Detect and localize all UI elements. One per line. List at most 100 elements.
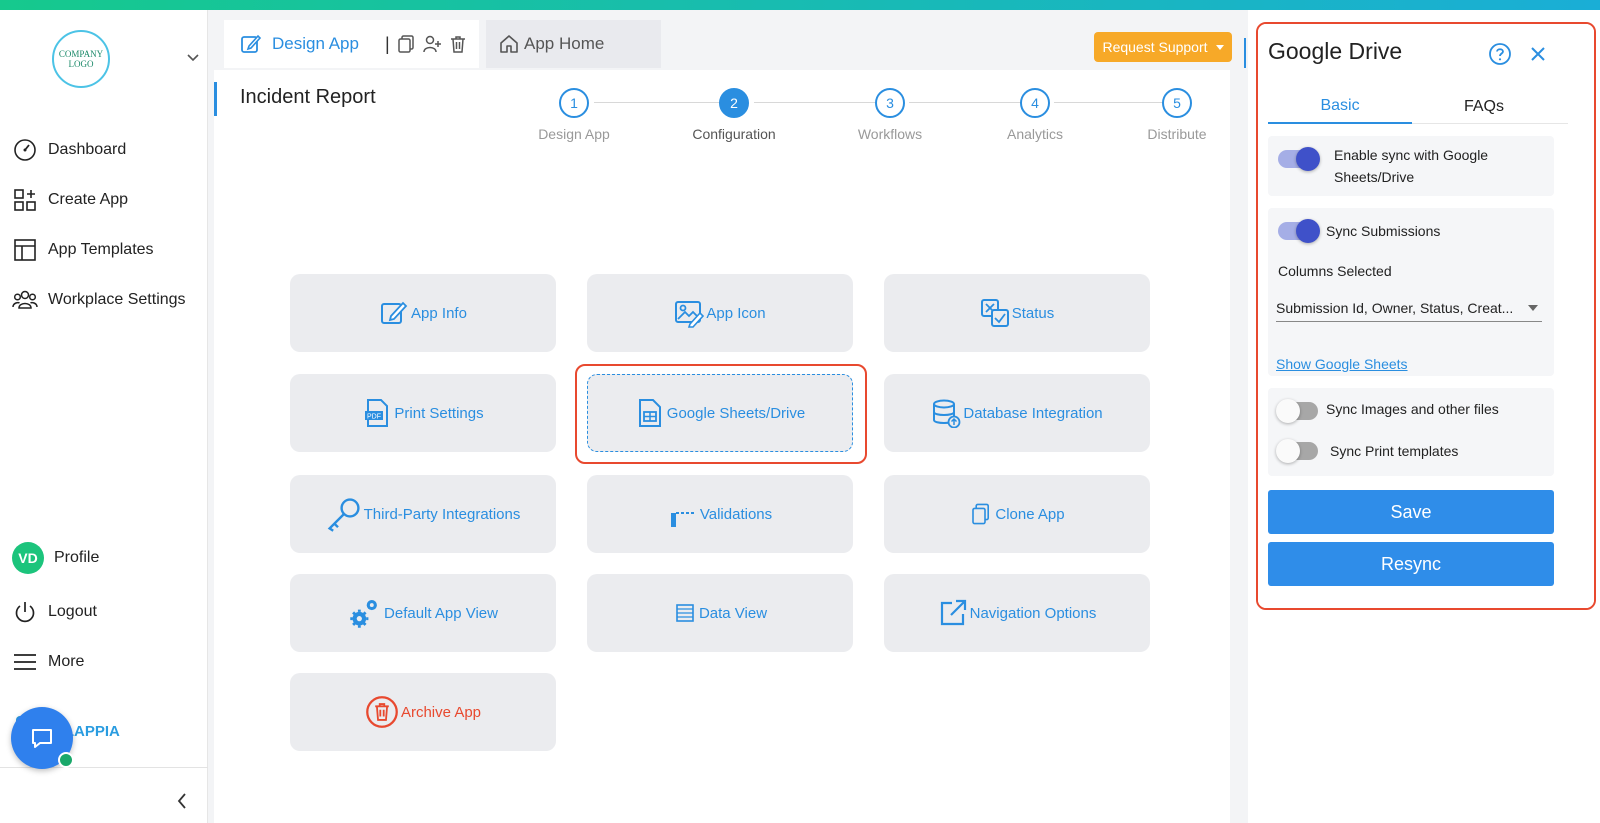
chevron-left-icon[interactable] xyxy=(176,792,188,810)
sidebar-item-app-templates[interactable]: App Templates xyxy=(12,236,154,264)
step-connector xyxy=(594,102,724,103)
sync-submissions-label: Sync Submissions xyxy=(1326,223,1441,239)
tab-faqs[interactable]: FAQs xyxy=(1412,90,1556,124)
step-connector xyxy=(1054,102,1164,103)
image-edit-icon xyxy=(675,301,705,328)
sidebar-item-label: Create App xyxy=(48,191,129,208)
step-number: 5 xyxy=(1173,95,1181,111)
tile-label: App Info xyxy=(411,304,467,322)
logo-text: COMPANY LOGO xyxy=(58,49,104,69)
sync-submissions-toggle[interactable] xyxy=(1278,219,1320,243)
enable-sync-toggle[interactable] xyxy=(1278,147,1320,171)
sidebar-item-profile[interactable]: VD Profile xyxy=(12,542,100,574)
create-app-grid-icon xyxy=(14,189,36,211)
sidebar-item-create-app[interactable]: Create App xyxy=(12,186,128,214)
tile-google-sheets-drive[interactable]: Google Sheets/Drive xyxy=(587,374,853,452)
help-icon[interactable] xyxy=(1488,42,1512,66)
page-title: Incident Report xyxy=(240,86,376,108)
chevron-down-icon[interactable] xyxy=(186,50,200,64)
home-icon xyxy=(500,35,518,53)
trash-icon[interactable] xyxy=(448,34,468,54)
resync-button[interactable]: Resync xyxy=(1268,542,1554,586)
panel-marker xyxy=(1244,38,1246,68)
tile-label: App Icon xyxy=(706,304,766,322)
tile-default-app-view[interactable]: Default App View xyxy=(290,574,556,652)
step-1[interactable]: 1 xyxy=(559,88,589,118)
edit-icon xyxy=(381,301,408,324)
tile-label: Navigation Options xyxy=(969,604,1097,622)
panel-title: Google Drive xyxy=(1268,38,1403,64)
tile-database-integration[interactable]: Database Integration xyxy=(884,374,1150,452)
sidebar-item-logout[interactable]: Logout xyxy=(12,598,97,626)
tab-label: App Home xyxy=(524,34,605,53)
step-label: Analytics xyxy=(1006,126,1064,142)
templates-layout-icon xyxy=(14,239,36,261)
sheet-icon xyxy=(638,399,661,427)
tile-print-settings[interactable]: PDF Print Settings xyxy=(290,374,556,452)
enable-sync-label: Enable sync with Google Sheets/Drive xyxy=(1334,147,1489,185)
tile-label: Print Settings xyxy=(394,404,484,422)
tile-label: Clone App xyxy=(995,505,1065,523)
power-icon xyxy=(15,602,35,623)
sync-images-toggle[interactable] xyxy=(1276,399,1318,423)
dashboard-gauge-icon xyxy=(14,139,36,161)
company-logo[interactable]: COMPANY LOGO xyxy=(52,30,110,88)
step-number: 4 xyxy=(1031,95,1039,111)
sidebar-item-label: More xyxy=(48,653,85,670)
sidebar: COMPANY LOGO Dashboard Create App App Te… xyxy=(0,10,208,823)
show-google-sheets-link[interactable]: Show Google Sheets xyxy=(1276,356,1408,372)
sync-images-label: Sync Images and other files xyxy=(1326,401,1499,417)
support-label: Request Support xyxy=(1102,39,1208,55)
tab-app-home[interactable]: App Home xyxy=(486,20,661,68)
copy-icon[interactable] xyxy=(396,34,416,54)
tab-design-app[interactable]: Design App | xyxy=(224,20,479,68)
tile-third-party-integrations[interactable]: Third-Party Integrations xyxy=(290,475,556,553)
sync-submissions-section: Sync Submissions Columns Selected Submis… xyxy=(1268,208,1554,376)
enable-sync-section: Enable sync with Google Sheets/Drive xyxy=(1268,136,1554,196)
request-support-button[interactable]: Request Support xyxy=(1094,32,1232,62)
table-icon xyxy=(676,604,694,622)
step-label: Workflows xyxy=(857,126,923,142)
sidebar-item-workplace-settings[interactable]: Workplace Settings xyxy=(12,286,186,314)
tile-validations[interactable]: Validations xyxy=(587,475,853,553)
save-button[interactable]: Save xyxy=(1268,490,1554,534)
tile-label: Status xyxy=(1011,304,1055,322)
step-5[interactable]: 5 xyxy=(1162,88,1192,118)
step-2[interactable]: 2 xyxy=(719,88,749,118)
columns-select[interactable]: Submission Id, Owner, Status, Creat... xyxy=(1276,294,1542,322)
tile-app-icon[interactable]: App Icon xyxy=(587,274,853,352)
tile-archive-app[interactable]: Archive App xyxy=(290,673,556,751)
tile-status[interactable]: Status xyxy=(884,274,1150,352)
close-icon[interactable] xyxy=(1528,44,1548,64)
sidebar-item-more[interactable]: More xyxy=(12,648,84,676)
tile-label: Google Sheets/Drive xyxy=(666,404,806,422)
step-number: 2 xyxy=(730,95,738,111)
tile-app-info[interactable]: App Info xyxy=(290,274,556,352)
tab-label: Design App xyxy=(272,34,359,53)
step-connector xyxy=(754,102,879,103)
sync-print-toggle[interactable] xyxy=(1276,439,1318,463)
sidebar-item-dashboard[interactable]: Dashboard xyxy=(12,136,126,164)
sidebar-item-label: Workplace Settings xyxy=(48,291,186,308)
tile-data-view[interactable]: Data View xyxy=(587,574,853,652)
tab-basic[interactable]: Basic xyxy=(1268,90,1412,124)
step-3[interactable]: 3 xyxy=(875,88,905,118)
hamburger-menu-icon xyxy=(14,654,36,670)
step-label: Configuration xyxy=(692,126,776,142)
avatar: VD xyxy=(12,542,44,574)
step-4[interactable]: 4 xyxy=(1020,88,1050,118)
gears-icon xyxy=(350,599,377,628)
external-link-icon xyxy=(940,599,966,626)
step-connector xyxy=(909,102,1024,103)
add-user-icon[interactable] xyxy=(422,34,442,54)
online-status-dot xyxy=(58,752,74,768)
key-icon xyxy=(327,498,360,532)
tile-clone-app[interactable]: Clone App xyxy=(884,475,1150,553)
tile-navigation-options[interactable]: Navigation Options xyxy=(884,574,1150,652)
tab-separator: | xyxy=(384,33,390,54)
step-number: 3 xyxy=(886,95,894,111)
sidebar-item-label: Dashboard xyxy=(48,141,127,158)
sidebar-item-label: Profile xyxy=(54,549,100,566)
sync-print-label: Sync Print templates xyxy=(1330,443,1459,459)
google-drive-panel: Google Drive Basic FAQs Enable sync with… xyxy=(1258,24,1594,608)
